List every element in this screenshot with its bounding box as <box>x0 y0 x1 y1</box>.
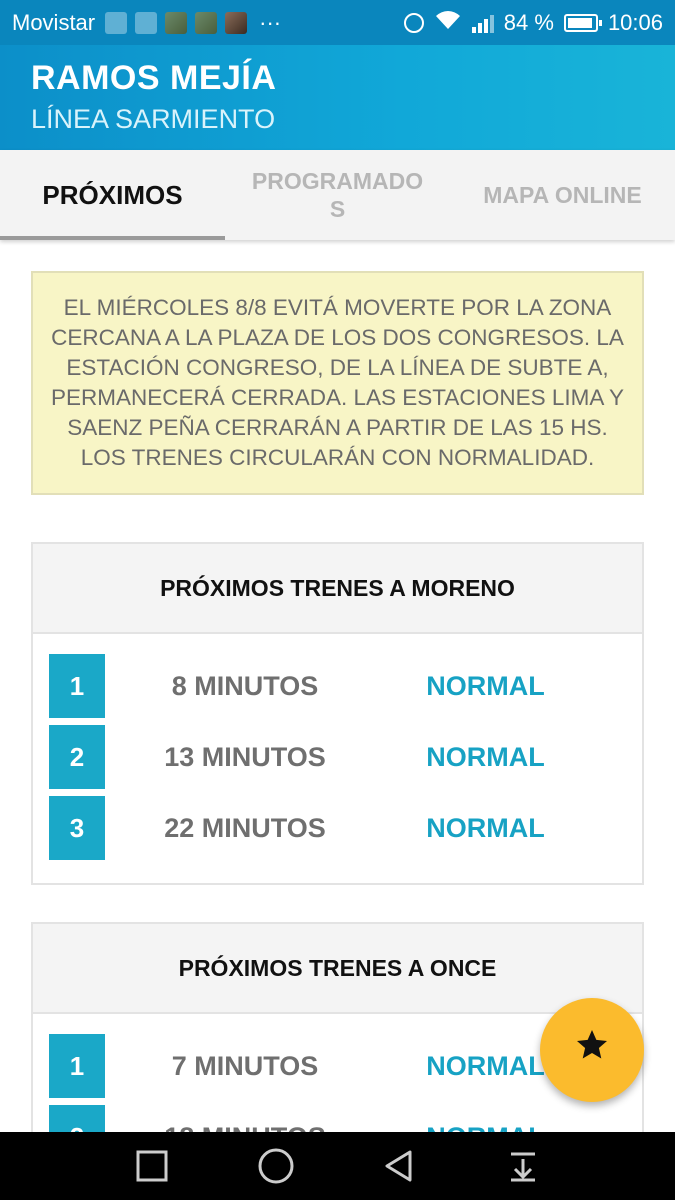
card-title: PRÓXIMOS TRENES A MORENO <box>33 544 642 634</box>
sim-icon <box>105 11 128 34</box>
train-row: 2 13 MINUTOS NORMAL <box>49 725 626 789</box>
train-number-badge: 2 <box>49 1105 105 1132</box>
train-number-badge: 1 <box>49 1034 105 1098</box>
main-content[interactable]: EL MIÉRCOLES 8/8 EVITÁ MOVERTE POR LA ZO… <box>0 240 675 1132</box>
train-minutes: 7 MINUTOS <box>171 1050 319 1081</box>
health-icon <box>135 11 158 34</box>
train-status: NORMAL <box>385 1122 626 1133</box>
carrier-label: Movistar <box>12 9 96 35</box>
train-status: NORMAL <box>426 670 545 701</box>
home-button[interactable] <box>256 1146 296 1186</box>
tab-mapa-online[interactable]: MAPA ONLINE <box>450 150 675 240</box>
tab-bar: PRÓXIMOS PROGRAMADOS MAPA ONLINE <box>0 150 675 240</box>
train-status: NORMAL <box>426 741 545 772</box>
trains-card-moreno: PRÓXIMOS TRENES A MORENO 1 8 MINUTOS NOR… <box>31 542 644 885</box>
notifications-pulldown-button[interactable] <box>503 1146 543 1186</box>
back-triangle-icon <box>385 1150 412 1182</box>
back-button[interactable] <box>379 1146 419 1186</box>
train-row: 2 18 MINUTOS NORMAL <box>49 1105 626 1132</box>
recents-button[interactable] <box>132 1146 172 1186</box>
line-subtitle: LÍNEA SARMIENTO <box>31 104 276 134</box>
image-notification-icon <box>165 11 188 34</box>
image-notification-icon <box>225 11 248 34</box>
train-status: NORMAL <box>426 812 545 843</box>
wifi-icon <box>434 9 462 37</box>
clock: 10:06 <box>607 9 663 35</box>
image-notification-icon <box>195 11 218 34</box>
train-minutes: 8 MINUTOS <box>171 670 319 701</box>
more-notifications-icon: ··· <box>259 9 282 35</box>
signal-icon <box>471 13 494 33</box>
train-number-badge: 3 <box>49 796 105 860</box>
tab-proximos[interactable]: PRÓXIMOS <box>0 150 225 240</box>
notifications-down-icon <box>511 1152 536 1182</box>
service-notice: EL MIÉRCOLES 8/8 EVITÁ MOVERTE POR LA ZO… <box>31 271 644 495</box>
train-number-badge: 1 <box>49 654 105 718</box>
battery-icon <box>563 13 602 32</box>
train-row: 1 8 MINUTOS NORMAL <box>49 654 626 718</box>
train-minutes: 22 MINUTOS <box>164 812 326 843</box>
battery-percent: 84 % <box>503 9 554 35</box>
home-circle-icon <box>258 1148 294 1184</box>
tab-programados[interactable]: PROGRAMADOS <box>225 150 450 240</box>
alarm-icon <box>403 12 424 33</box>
train-minutes: 13 MINUTOS <box>164 741 326 772</box>
recents-square-icon <box>136 1150 168 1182</box>
train-minutes: 18 MINUTOS <box>105 1122 385 1133</box>
app-bar: RAMOS MEJÍA LÍNEA SARMIENTO <box>0 45 675 150</box>
train-row: 3 22 MINUTOS NORMAL <box>49 796 626 860</box>
train-number-badge: 2 <box>49 725 105 789</box>
notification-icons: ··· <box>105 10 281 36</box>
favorite-fab-button[interactable] <box>540 998 644 1102</box>
system-nav-bar <box>0 1132 675 1200</box>
star-icon <box>574 1027 610 1073</box>
status-bar: Movistar ··· 84 % 10:06 <box>0 0 675 45</box>
card-title: PRÓXIMOS TRENES A ONCE <box>33 924 642 1014</box>
station-title: RAMOS MEJÍA <box>31 59 277 97</box>
